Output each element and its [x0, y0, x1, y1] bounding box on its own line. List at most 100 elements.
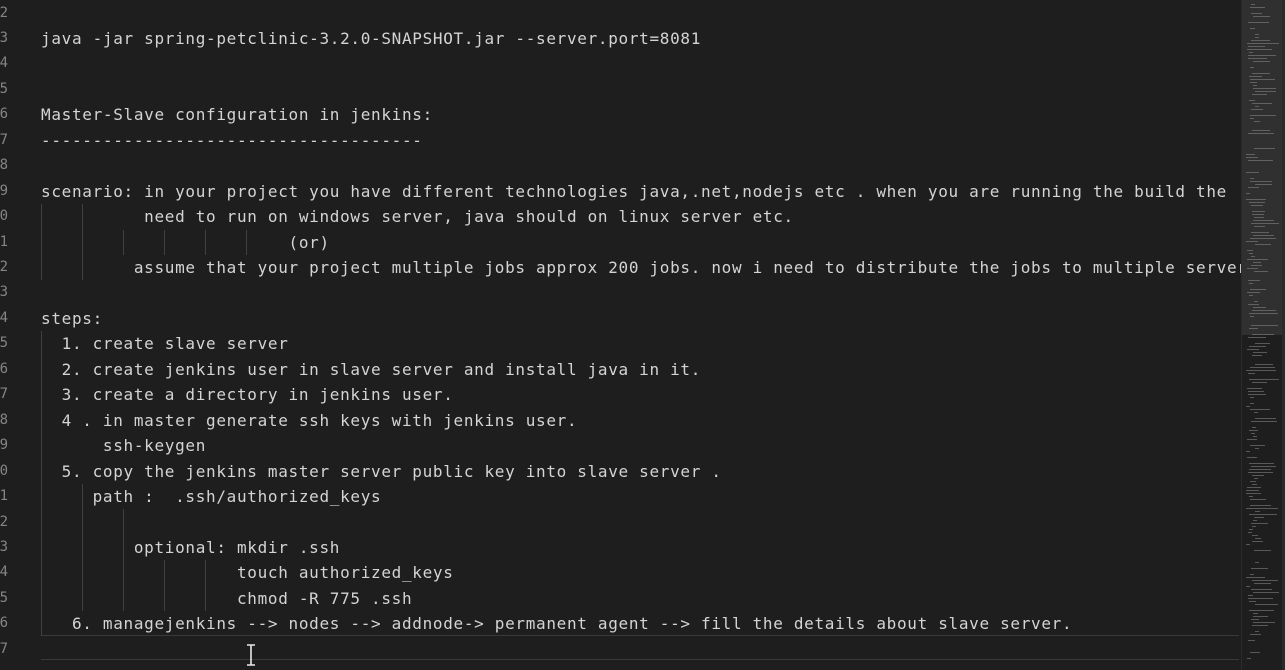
minimap-line: [1251, 523, 1268, 524]
minimap-line: [1249, 313, 1278, 314]
line-number: 8: [0, 157, 8, 174]
minimap-line: [1252, 355, 1262, 356]
minimap-line: [1251, 256, 1255, 257]
minimap-line: [1251, 568, 1268, 569]
line-number: 4: [0, 564, 8, 581]
minimap-line: [1255, 343, 1270, 344]
i-beam-cursor-icon: [247, 644, 255, 666]
minimap-line: [1250, 67, 1254, 68]
code-line[interactable]: -------------------------------------: [41, 128, 423, 153]
code-line[interactable]: (or): [41, 230, 330, 255]
line-number: 8: [0, 411, 8, 428]
minimap-line: [1255, 448, 1259, 449]
minimap-line: [1250, 634, 1261, 635]
minimap-line: [1255, 364, 1273, 365]
minimap-line: [1249, 529, 1253, 530]
minimap-line: [1250, 481, 1256, 482]
line-number: 1: [0, 488, 8, 505]
code-line[interactable]: path : .ssh/authorized_keys: [41, 484, 381, 509]
line-number: 2: [0, 4, 8, 21]
minimap-line: [1246, 370, 1276, 371]
minimap-line: [1250, 178, 1254, 179]
code-line[interactable]: java -jar spring-petclinic-3.2.0-SNAPSHO…: [41, 26, 701, 51]
minimap-line: [1255, 34, 1259, 35]
minimap-line: [1250, 445, 1265, 446]
code-line[interactable]: scenario: in your project you have diffe…: [41, 179, 1241, 204]
line-number: 3: [0, 29, 8, 46]
minimap-line: [1250, 238, 1276, 239]
minimap-line: [1254, 148, 1275, 149]
minimap-line: [1254, 301, 1258, 302]
line-number: 5: [0, 335, 8, 352]
minimap-line: [1250, 397, 1254, 398]
minimap-line: [1248, 472, 1273, 473]
minimap-line: [1251, 325, 1278, 326]
minimap[interactable]: [1241, 0, 1285, 670]
minimap-line: [1248, 133, 1274, 134]
code-line[interactable]: 1. create slave server: [41, 331, 289, 356]
minimap-line: [1253, 61, 1270, 62]
code-line[interactable]: optional: mkdir .ssh: [41, 535, 340, 560]
code-line[interactable]: 4 . in master generate ssh keys with jen…: [41, 408, 577, 433]
minimap-line: [1249, 430, 1258, 431]
line-number: 9: [0, 437, 8, 454]
code-line[interactable]: 5. copy the jenkins master server public…: [41, 459, 722, 484]
minimap-line: [1252, 475, 1264, 476]
minimap-line: [1252, 535, 1258, 536]
code-line[interactable]: 3. create a directory in jenkins user.: [41, 382, 454, 407]
minimap-line: [1253, 520, 1257, 521]
code-editor[interactable]: 2 3 4 5 6 7 8 9 0 1 2 3 4 5 6 7 8 9 0 1 2 3 4 5 6 7 java -jar spr…: [0, 0, 1285, 670]
minimap-line: [1253, 88, 1276, 89]
minimap-line: [1254, 478, 1258, 479]
minimap-line: [1248, 46, 1265, 47]
minimap-line: [1250, 505, 1271, 506]
line-number: 0: [0, 462, 8, 479]
minimap-line: [1247, 43, 1279, 44]
minimap-line: [1249, 496, 1253, 497]
code-line[interactable]: steps:: [41, 306, 103, 331]
minimap-line: [1246, 544, 1250, 545]
minimap-line: [1247, 259, 1268, 260]
minimap-line: [1246, 406, 1250, 407]
minimap-line: [1248, 187, 1259, 188]
code-area[interactable]: java -jar spring-petclinic-3.2.0-SNAPSHO…: [41, 0, 1241, 670]
line-number: 2: [0, 513, 8, 530]
minimap-line: [1246, 586, 1250, 587]
code-line[interactable]: Master-Slave configuration in jenkins:: [41, 102, 433, 127]
minimap-line: [1252, 130, 1270, 131]
minimap-line: [1252, 382, 1267, 383]
minimap-line: [1253, 436, 1257, 437]
code-line[interactable]: 6. managejenkins --> nodes --> addnode->…: [41, 611, 1072, 636]
minimap-line: [1248, 640, 1255, 641]
indent-guide: [205, 560, 206, 611]
minimap-line: [1247, 49, 1272, 50]
minimap-line: [1252, 427, 1256, 428]
minimap-line: [1246, 577, 1265, 578]
minimap-line: [1255, 244, 1271, 245]
minimap-line: [1255, 538, 1261, 539]
minimap-line: [1246, 193, 1250, 194]
line-number: 6: [0, 615, 8, 632]
minimap-line: [1250, 409, 1270, 410]
minimap-line: [1251, 619, 1259, 620]
minimap-line: [1249, 601, 1256, 602]
minimap-line: [1251, 40, 1270, 41]
minimap-line: [1248, 595, 1253, 596]
code-line[interactable]: ssh-keygen: [41, 433, 206, 458]
minimap-slider[interactable]: [1242, 0, 1285, 335]
indent-guide: [123, 509, 124, 611]
code-line[interactable]: chmod -R 775 .ssh: [41, 586, 412, 611]
line-number: 7: [0, 131, 8, 148]
minimap-line: [1254, 550, 1271, 551]
minimap-line: [1255, 631, 1259, 632]
indent-guide: [41, 331, 42, 636]
minimap-line: [1249, 295, 1253, 296]
code-line[interactable]: 2. create jenkins user in slave server a…: [41, 357, 701, 382]
minimap-line: [1249, 463, 1274, 464]
minimap-line: [1250, 7, 1265, 8]
code-line[interactable]: assume that your project multiple jobs a…: [41, 255, 1241, 280]
code-line[interactable]: need to run on windows server, java shou…: [41, 204, 794, 229]
code-line[interactable]: touch authorized_keys: [41, 560, 454, 585]
minimap-line: [1246, 157, 1258, 158]
minimap-line: [1255, 604, 1278, 605]
